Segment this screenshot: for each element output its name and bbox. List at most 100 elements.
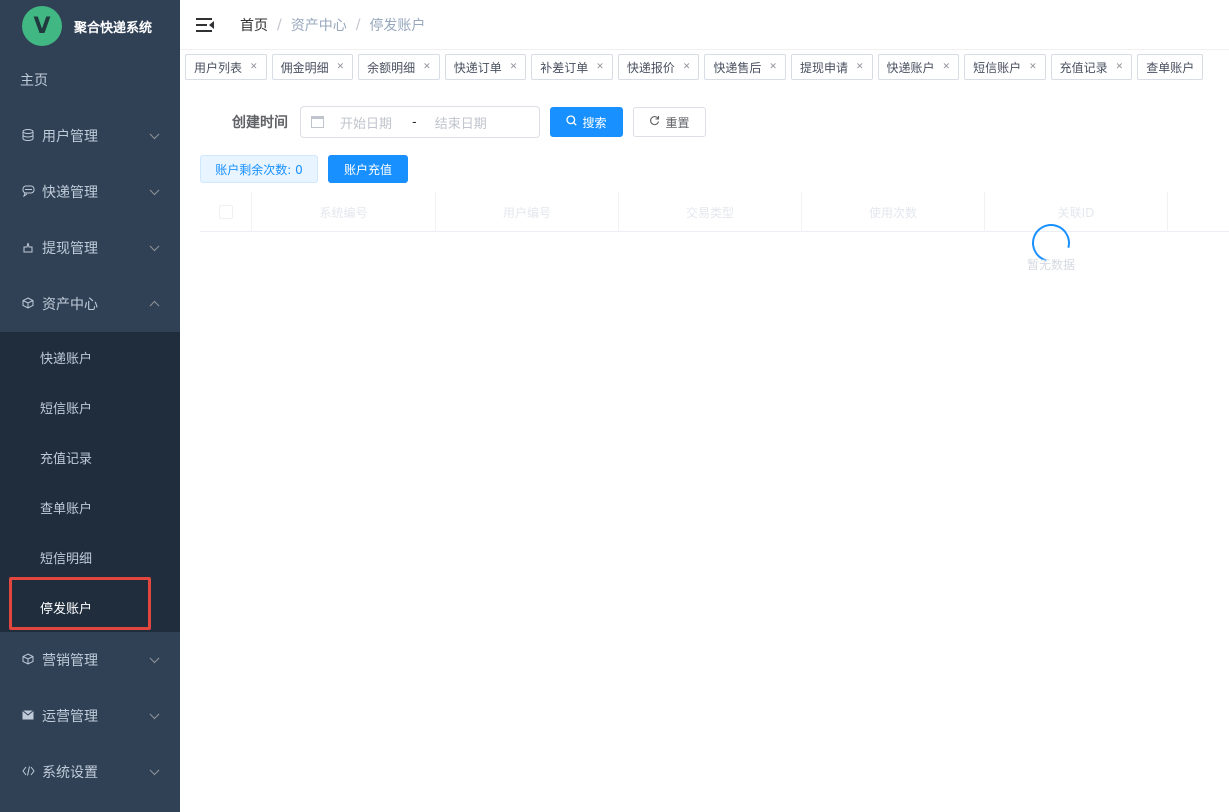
tag-label: 佣金明细 xyxy=(280,60,329,75)
menu-express-management[interactable]: 快递管理 xyxy=(0,164,180,220)
menu-user-management[interactable]: 用户管理 xyxy=(0,108,180,164)
tag-balance-details[interactable]: 余额明细 ✕ xyxy=(358,54,440,80)
menu-asset-center-label: 资产中心 xyxy=(42,297,98,313)
close-icon[interactable]: ✕ xyxy=(1116,62,1124,72)
select-all-checkbox[interactable] xyxy=(218,205,233,219)
created-time-label: 创建时间 xyxy=(232,115,288,131)
tag-label: 补差订单 xyxy=(540,60,589,75)
reset-button[interactable]: 重置 xyxy=(633,107,706,137)
main-content: 首页 / 资产中心 / 停发账户 用户列表 ✕ 佣金明细 ✕ 余额明细 ✕ 快递订单 ✕… xyxy=(180,0,1229,812)
tag-label: 查单账户 xyxy=(1146,60,1195,75)
tag-sms-account[interactable]: 短信账户 ✕ xyxy=(964,54,1046,80)
close-icon[interactable]: ✕ xyxy=(943,62,951,72)
tag-label: 充值记录 xyxy=(1059,60,1108,75)
hamburger-icon[interactable] xyxy=(196,17,216,33)
submenu-recharge-records[interactable]: 充值记录 xyxy=(0,432,180,482)
tag-user-list[interactable]: 用户列表 ✕ xyxy=(185,54,267,80)
breadcrumb: 首页 / 资产中心 / 停发账户 xyxy=(240,15,425,35)
sidebar: V 聚合快递系统 主页 用户管理 快递管理 提现管理 资产中心 快递账户 短信账… xyxy=(0,0,180,812)
search-button[interactable]: 搜索 xyxy=(550,107,623,137)
column-header: 关联ID xyxy=(985,192,1168,232)
tag-label: 短信账户 xyxy=(973,60,1022,75)
tag-commission-details[interactable]: 佣金明细 ✕ xyxy=(271,54,354,80)
submenu-query-account[interactable]: 查单账户 xyxy=(0,482,180,532)
tag-label: 快递售后 xyxy=(713,60,762,75)
vue-logo-icon: V xyxy=(22,6,62,46)
tag-label: 余额明细 xyxy=(367,60,416,75)
mail-icon xyxy=(20,709,36,723)
tag-express-quotes[interactable]: 快递报价 ✕ xyxy=(617,54,700,80)
breadcrumb-asset-center: 资产中心 xyxy=(290,17,347,34)
table-header: 系统编号 用户编号 交易类型 使用次数 关联ID xyxy=(200,192,1229,232)
tag-label: 用户列表 xyxy=(194,60,243,75)
tag-express-account[interactable]: 快递账户 ✕ xyxy=(877,54,960,80)
column-header-empty xyxy=(1168,192,1229,232)
date-range-picker[interactable]: 开始日期 - 结束日期 xyxy=(300,106,540,138)
close-icon[interactable]: ✕ xyxy=(510,62,518,72)
tag-label: 快递报价 xyxy=(626,60,675,75)
chevron-down-icon xyxy=(149,129,160,140)
menu-user-management-label: 用户管理 xyxy=(42,129,98,145)
close-icon[interactable]: ✕ xyxy=(423,62,431,72)
breadcrumb-home[interactable]: 首页 xyxy=(240,15,268,35)
column-header: 用户编号 xyxy=(436,192,619,232)
reset-button-label: 重置 xyxy=(665,115,690,130)
chevron-down-icon xyxy=(149,185,160,196)
recharge-button[interactable]: 账户充值 xyxy=(328,155,408,183)
asset-center-submenu: 快递账户 短信账户 充值记录 查单账户 短信明细 停发账户 xyxy=(0,332,180,632)
chevron-up-icon xyxy=(149,300,160,311)
chat-icon xyxy=(20,185,36,200)
chevron-down-icon xyxy=(149,709,160,720)
menu-withdraw-management[interactable]: 提现管理 xyxy=(0,220,180,276)
tag-express-after-sales[interactable]: 快递售后 ✕ xyxy=(704,54,786,80)
submenu-sms-details[interactable]: 短信明细 xyxy=(0,532,180,582)
end-date-input[interactable]: 结束日期 xyxy=(435,113,487,132)
submenu-suspended-account[interactable]: 停发账户 xyxy=(0,582,180,632)
logo-area[interactable]: V 聚合快递系统 xyxy=(0,0,180,52)
menu-operations-management-label: 运营管理 xyxy=(42,709,98,725)
close-icon[interactable]: ✕ xyxy=(596,62,604,72)
menu-home[interactable]: 主页 xyxy=(0,52,180,108)
database-icon xyxy=(20,128,36,144)
search-icon xyxy=(566,115,578,129)
tag-express-orders[interactable]: 快递订单 ✕ xyxy=(444,54,527,80)
tag-recharge-records[interactable]: 充值记录 ✕ xyxy=(1050,54,1133,80)
calendar-icon xyxy=(311,116,324,128)
tag-supplement-orders[interactable]: 补差订单 ✕ xyxy=(531,54,613,80)
select-all-cell[interactable] xyxy=(200,192,252,232)
hand-icon xyxy=(20,241,36,256)
column-header: 系统编号 xyxy=(252,192,436,232)
chevron-down-icon xyxy=(149,241,160,252)
tag-label: 快递账户 xyxy=(886,60,935,75)
code-icon xyxy=(20,765,36,779)
chevron-down-icon xyxy=(149,653,160,664)
close-icon[interactable]: ✕ xyxy=(683,62,691,72)
tag-label: 提现申请 xyxy=(799,60,848,75)
start-date-input[interactable]: 开始日期 xyxy=(340,113,392,132)
menu-system-settings[interactable]: 系统设置 xyxy=(0,744,180,800)
submenu-express-account[interactable]: 快递账户 xyxy=(0,332,180,382)
column-header: 使用次数 xyxy=(802,192,985,232)
close-icon[interactable]: ✕ xyxy=(769,62,777,72)
tag-query-account[interactable]: 查单账户 xyxy=(1137,54,1204,80)
tag-withdraw-requests[interactable]: 提现申请 ✕ xyxy=(790,54,873,80)
close-icon[interactable]: ✕ xyxy=(337,62,345,72)
menu-home-label: 主页 xyxy=(20,73,48,89)
menu-operations-management[interactable]: 运营管理 xyxy=(0,688,180,744)
close-icon[interactable]: ✕ xyxy=(1029,62,1037,72)
app-title: 聚合快递系统 xyxy=(74,20,153,36)
tag-label: 快递订单 xyxy=(453,60,502,75)
cube-icon xyxy=(20,652,36,668)
submenu-sms-account[interactable]: 短信账户 xyxy=(0,382,180,432)
close-icon[interactable]: ✕ xyxy=(856,62,864,72)
menu-marketing-management[interactable]: 营销管理 xyxy=(0,632,180,688)
tags-view: 用户列表 ✕ 佣金明细 ✕ 余额明细 ✕ 快递订单 ✕ 补差订单 ✕ 快递报价 ✕ 快递售后… xyxy=(180,50,1229,84)
menu-system-settings-label: 系统设置 xyxy=(42,765,98,781)
close-icon[interactable]: ✕ xyxy=(250,62,258,72)
search-button-label: 搜索 xyxy=(582,115,607,130)
cube-icon xyxy=(20,296,36,312)
search-form: 创建时间 开始日期 - 结束日期 搜索 重置 xyxy=(232,106,706,138)
menu-express-management-label: 快递管理 xyxy=(42,185,98,201)
menu-asset-center[interactable]: 资产中心 xyxy=(0,276,180,332)
empty-data-text: 暂无数据 xyxy=(1027,258,1076,272)
